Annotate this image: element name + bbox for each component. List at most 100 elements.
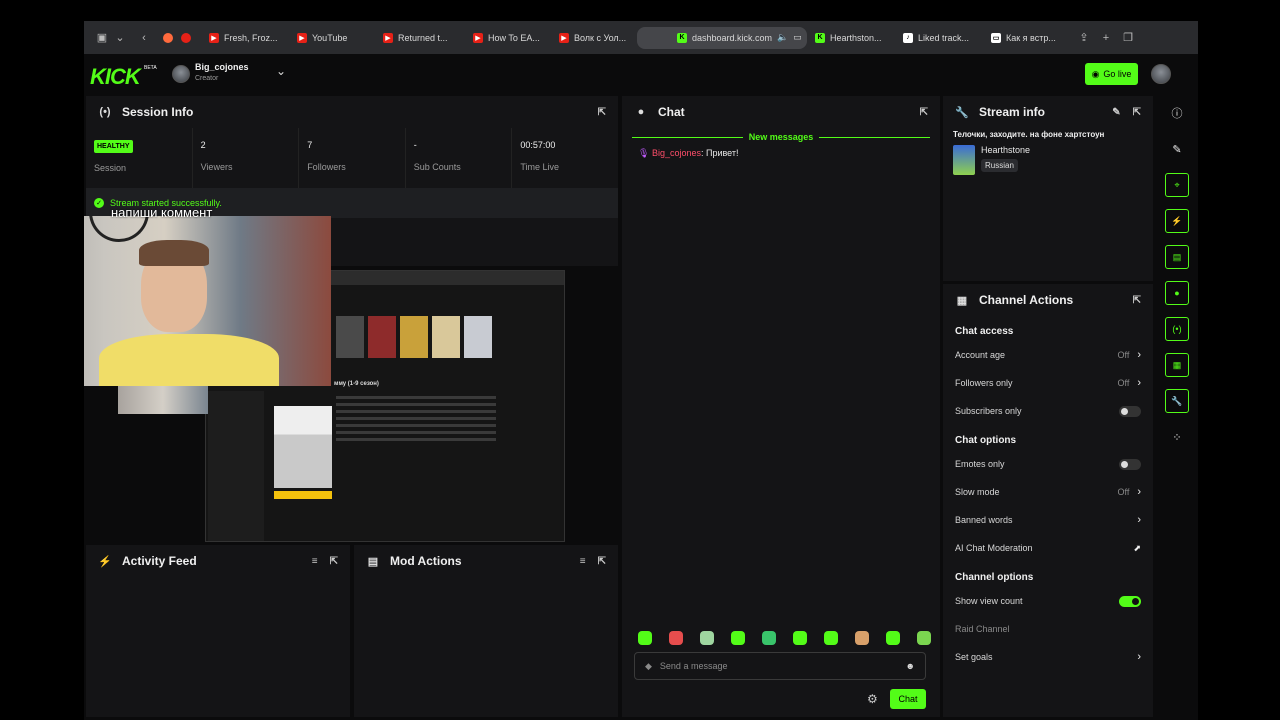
sidebar-toggle-icon[interactable]: ▣ bbox=[93, 29, 111, 47]
lightning-icon[interactable]: ⚡ bbox=[1165, 209, 1189, 233]
emote-icon[interactable] bbox=[886, 631, 900, 645]
kick-logo[interactable]: KICK bbox=[90, 64, 141, 90]
chat-icon: ● bbox=[637, 106, 645, 118]
youtube-icon: ▶ bbox=[209, 32, 219, 43]
chevron-right-icon: › bbox=[1137, 651, 1141, 663]
category-name[interactable]: Hearthstone bbox=[981, 145, 1030, 155]
stat-label: Followers bbox=[307, 162, 346, 172]
tab-4[interactable]: ▶ How To EA... bbox=[465, 27, 551, 49]
chevron-right-icon: › bbox=[1137, 377, 1141, 389]
go-live-button[interactable]: ◉ Go live bbox=[1085, 63, 1138, 85]
edit-icon[interactable]: ✎ bbox=[1165, 137, 1189, 161]
filter-icon[interactable]: ≡ bbox=[580, 556, 586, 567]
mod-actions-panel: ▤ Mod Actions ≡ ⇱ bbox=[354, 545, 618, 717]
emote-icon[interactable] bbox=[762, 631, 776, 645]
section-heading: Chat access bbox=[955, 326, 1014, 337]
profile-avatar[interactable] bbox=[1151, 64, 1171, 84]
chat-input[interactable]: ◆ Send a message ☻ bbox=[634, 652, 926, 680]
browser-window: ▣ ⌄ ‹ ▶ Fresh, Froz... ▶ YouTube ▶ Returned… bbox=[84, 21, 1198, 720]
clipboard-icon[interactable]: ▤ bbox=[1165, 245, 1189, 269]
record-icon[interactable] bbox=[177, 29, 195, 47]
stat-label: Sub Counts bbox=[413, 162, 461, 172]
filter-icon[interactable]: ≡ bbox=[312, 556, 318, 567]
category-thumbnail bbox=[953, 145, 975, 175]
info-icon[interactable]: ⓘ bbox=[1165, 101, 1189, 125]
popout-icon[interactable]: ⇱ bbox=[1133, 107, 1141, 118]
activity-feed-panel: ⚡ Activity Feed ≡ ⇱ bbox=[86, 545, 350, 717]
check-icon: ✓ bbox=[94, 198, 104, 208]
tab-5[interactable]: ▶ Волк с Уол... bbox=[551, 27, 631, 49]
settings-panel-icon: ▦ bbox=[956, 294, 968, 307]
panel-title: Activity Feed bbox=[122, 554, 197, 568]
emote-icon[interactable] bbox=[855, 631, 869, 645]
account-age-row[interactable]: Account age Off › bbox=[943, 341, 1153, 369]
tabs-overview-icon[interactable]: ❐ bbox=[1119, 29, 1137, 47]
slow-mode-row[interactable]: Slow mode Off › bbox=[943, 478, 1153, 506]
tab-1[interactable]: ▶ Fresh, Froz... bbox=[201, 27, 289, 49]
gear-icon[interactable]: ⚙ bbox=[867, 692, 878, 706]
chat-username[interactable]: Big_cojones bbox=[652, 148, 701, 158]
panel-title: Mod Actions bbox=[390, 554, 462, 568]
tab-8[interactable]: ♪ Liked track... bbox=[895, 27, 983, 49]
youtube-icon: ▶ bbox=[559, 32, 569, 43]
subscribers-only-row: Subscribers only bbox=[943, 397, 1153, 425]
new-tab-icon[interactable]: + bbox=[1097, 29, 1115, 47]
tab-3[interactable]: ▶ Returned t... bbox=[375, 27, 465, 49]
channel-actions-panel: ▦ Channel Actions ⇱ Chat access Account … bbox=[943, 284, 1153, 717]
emote-icon[interactable] bbox=[731, 631, 745, 645]
set-goals-row[interactable]: Set goals › bbox=[943, 643, 1153, 671]
emoji-icon[interactable]: ☻ bbox=[906, 661, 915, 671]
broadcast-icon[interactable]: (•) bbox=[1165, 317, 1189, 341]
tab-active[interactable]: Kdashboard.kick.com 🔈 ▭ bbox=[637, 26, 807, 49]
apps-icon[interactable]: ⁘ bbox=[1165, 425, 1189, 449]
speaker-icon[interactable]: 🔈 bbox=[777, 32, 788, 43]
popout-icon[interactable]: ⇱ bbox=[1133, 295, 1141, 306]
stat-label: Viewers bbox=[200, 162, 233, 172]
wrench-icon[interactable]: 🔧 bbox=[1165, 389, 1189, 413]
popout-icon[interactable]: ⇱ bbox=[598, 556, 606, 567]
extension-icon[interactable] bbox=[159, 29, 177, 47]
ai-moderation-row[interactable]: AI Chat Moderation ⬈ bbox=[943, 534, 1153, 562]
chevron-down-icon[interactable]: ⌄ bbox=[276, 64, 286, 78]
settings-panel-icon[interactable]: ▦ bbox=[1165, 353, 1189, 377]
emote-icon[interactable] bbox=[917, 631, 931, 645]
followers-only-row[interactable]: Followers only Off › bbox=[943, 369, 1153, 397]
stream-title: Телочки, заходите. на фоне хартстоун bbox=[953, 130, 1105, 139]
emote-icon[interactable] bbox=[700, 631, 714, 645]
chat-send-button[interactable]: Chat bbox=[890, 689, 926, 709]
back-icon[interactable]: ‹ bbox=[135, 29, 153, 47]
chat-message: 🎙 Big_cojones: Привет! bbox=[622, 142, 940, 165]
session-stats: HEALTHY Session 2 Viewers 7 Followers - … bbox=[86, 128, 618, 188]
popout-icon[interactable]: ⇱ bbox=[330, 556, 338, 567]
show-view-count-toggle[interactable] bbox=[1119, 595, 1141, 607]
emotes-only-toggle[interactable] bbox=[1119, 458, 1141, 470]
session-rail-icon[interactable]: ⌖ bbox=[1165, 173, 1189, 197]
broadcast-icon: (•) bbox=[99, 106, 111, 118]
emotes-only-row: Emotes only bbox=[943, 450, 1153, 478]
popout-icon[interactable]: ⇱ bbox=[920, 107, 928, 118]
video-icon: ▭ bbox=[991, 32, 1001, 43]
avatar[interactable] bbox=[172, 65, 190, 83]
mic-badge-icon: 🎙 bbox=[638, 148, 650, 158]
webcam-overlay bbox=[84, 216, 331, 386]
tab-9[interactable]: ▭ Как я встр... bbox=[983, 27, 1069, 49]
emote-icon[interactable] bbox=[638, 631, 652, 645]
music-icon: ♪ bbox=[903, 32, 913, 43]
emote-icon[interactable] bbox=[669, 631, 683, 645]
subscribers-only-toggle[interactable] bbox=[1119, 405, 1141, 417]
tab-2[interactable]: ▶ YouTube bbox=[289, 27, 375, 49]
webcam-preview-small bbox=[118, 386, 208, 414]
section-heading: Channel options bbox=[955, 572, 1034, 583]
emote-icon[interactable] bbox=[793, 631, 807, 645]
chevron-down-icon[interactable]: ⌄ bbox=[111, 29, 129, 47]
tab-7[interactable]: K Hearthston... bbox=[807, 27, 895, 49]
chat-icon[interactable]: ● bbox=[1165, 281, 1189, 305]
chevron-right-icon: › bbox=[1137, 486, 1141, 498]
status-badge: HEALTHY bbox=[94, 140, 133, 153]
pip-icon[interactable]: ▭ bbox=[793, 32, 802, 43]
emote-icon[interactable] bbox=[824, 631, 838, 645]
edit-icon[interactable]: ✎ bbox=[1112, 107, 1120, 118]
share-icon[interactable]: ⇪ bbox=[1075, 29, 1093, 47]
popout-icon[interactable]: ⇱ bbox=[598, 107, 606, 118]
banned-words-row[interactable]: Banned words › bbox=[943, 506, 1153, 534]
